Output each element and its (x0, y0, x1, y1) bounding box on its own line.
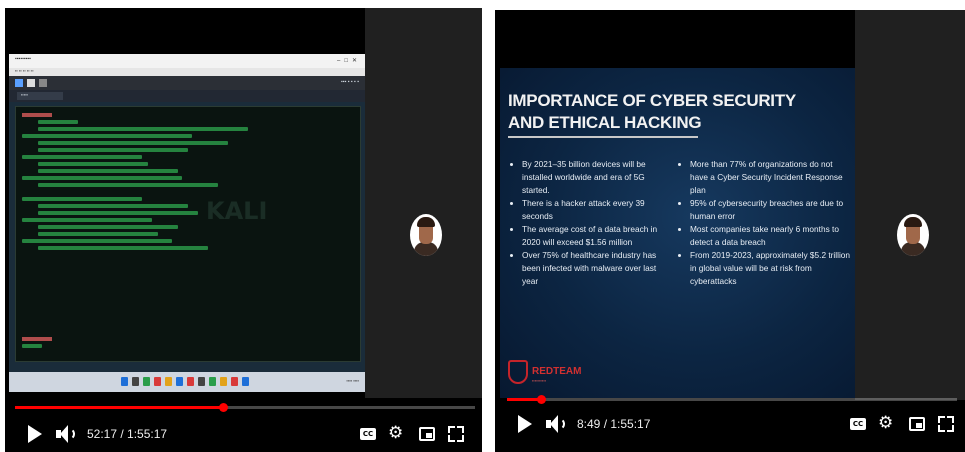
taskbar-app-icon[interactable] (187, 377, 194, 386)
slide-bullet: 95% of cybersecurity breaches are due to… (690, 197, 852, 223)
terminal-line (38, 169, 178, 173)
windows-taskbar: ▪▪▪▪ ▪▪▪▪ (9, 372, 365, 392)
play-icon[interactable] (518, 415, 532, 433)
terminal-line (38, 225, 178, 229)
taskbar-app-icon[interactable] (165, 377, 172, 386)
terminal-line (38, 232, 158, 236)
gear-icon[interactable]: ⚙ (388, 425, 403, 442)
vm-window-titlebar: ▪▪▪▪▪▪▪▪▪ –□✕ (9, 54, 365, 69)
vm-window-title: ▪▪▪▪▪▪▪▪▪ (15, 56, 31, 62)
webcam-avatar (897, 214, 929, 256)
slide-title-line-2: AND ETHICAL HACKING (508, 113, 702, 132)
fullscreen-icon[interactable] (448, 426, 464, 442)
taskbar-app-icon[interactable] (121, 377, 128, 386)
slide-bullet: Over 75% of healthcare industry has been… (522, 249, 662, 288)
webcam-column (365, 8, 482, 398)
redteam-logo: REDTEAM ▪▪▪▪▪▪▪▪▪▪ (508, 358, 598, 392)
miniplayer-icon[interactable] (909, 417, 925, 431)
slide-title: IMPORTANCE OF CYBER SECURITY AND ETHICAL… (508, 90, 848, 134)
logo-subtext: ▪▪▪▪▪▪▪▪▪▪ (532, 378, 547, 383)
desktop-panel: ▪▪▪ ▪ ▪ ▪ ▪ (9, 76, 365, 90)
slide-right-column: More than 77% of organizations do not ha… (680, 158, 852, 288)
play-icon[interactable] (28, 425, 42, 443)
taskbar-app-icon[interactable] (242, 377, 249, 386)
webcam-column (855, 10, 965, 400)
video-player-right[interactable]: IMPORTANCE OF CYBER SECURITY AND ETHICAL… (495, 10, 965, 452)
terminal-line (38, 120, 78, 124)
slide-left-column: By 2021–35 billion devices will be insta… (512, 158, 662, 288)
slide-bullet: More than 77% of organizations do not ha… (690, 158, 852, 197)
fullscreen-icon[interactable] (938, 416, 954, 432)
presentation-slide: IMPORTANCE OF CYBER SECURITY AND ETHICAL… (500, 68, 855, 398)
panel-app-icon (39, 79, 47, 87)
progress-bar[interactable] (507, 395, 957, 404)
terminal-line (38, 246, 208, 250)
video-player-left[interactable]: ▪▪▪▪▪▪▪▪▪ –□✕ ▪▪ ▪▪ ▪▪ ▪▪ ▪▪ ▪▪▪ ▪ ▪ ▪ ▪… (5, 8, 482, 452)
terminal-output: KALI (15, 106, 361, 362)
terminal-line (22, 155, 142, 159)
taskbar-app-icon[interactable] (154, 377, 161, 386)
taskbar-app-icon[interactable] (198, 377, 205, 386)
terminal-line (22, 239, 172, 243)
progress-played (507, 398, 542, 401)
taskbar-app-icon[interactable] (132, 377, 139, 386)
logo-text: REDTEAM (532, 366, 582, 377)
terminal-line (22, 197, 142, 201)
kali-watermark: KALI (206, 197, 268, 225)
slide-bullet: From 2019-2023, approximately $5.2 trill… (690, 249, 852, 288)
terminal-line (22, 176, 182, 180)
terminal-line (22, 344, 42, 348)
time-display: 52:17 / 1:55:17 (87, 427, 168, 441)
terminal-tab: ▪▪▪▪▪ (17, 92, 63, 100)
terminal-line (38, 211, 198, 215)
taskbar-clock: ▪▪▪▪ ▪▪▪▪ (346, 378, 359, 383)
taskbar-app-icon[interactable] (176, 377, 183, 386)
slide-bullet: The average cost of a data breach in 202… (522, 223, 662, 249)
time-display: 8:49 / 1:55:17 (577, 417, 651, 431)
terminal-line (38, 204, 188, 208)
window-controls: –□✕ (337, 58, 361, 64)
kali-menu-icon (15, 79, 23, 87)
player-controls: 8:49 / 1:55:17 CC ⚙ (495, 408, 965, 440)
volume-icon[interactable] (546, 414, 568, 434)
player-controls: 52:17 / 1:55:17 CC ⚙ (5, 418, 482, 450)
terminal-line (22, 113, 52, 117)
taskbar-app-icon[interactable] (143, 377, 150, 386)
miniplayer-icon[interactable] (419, 427, 435, 441)
slide-bullet: There is a hacker attack every 39 second… (522, 197, 662, 223)
volume-icon[interactable] (56, 424, 78, 444)
taskbar-app-icon[interactable] (220, 377, 227, 386)
terminal-line (38, 162, 148, 166)
slide-bullet: By 2021–35 billion devices will be insta… (522, 158, 662, 197)
terminal-line (38, 141, 228, 145)
title-underline (508, 136, 698, 138)
shield-icon (508, 360, 528, 384)
taskbar-app-icon[interactable] (231, 377, 238, 386)
taskbar-app-icon[interactable] (209, 377, 216, 386)
terminal-line (38, 183, 218, 187)
terminal-line (22, 337, 52, 341)
vm-menubar: ▪▪ ▪▪ ▪▪ ▪▪ ▪▪ (9, 68, 365, 76)
terminal-line (38, 127, 248, 131)
terminal-line (22, 134, 192, 138)
progress-played (15, 406, 223, 409)
terminal-line (22, 218, 152, 222)
kali-desktop-frame: ▪▪▪▪▪▪▪▪▪ –□✕ ▪▪ ▪▪ ▪▪ ▪▪ ▪▪ ▪▪▪ ▪ ▪ ▪ ▪… (9, 54, 365, 392)
slide-title-line-1: IMPORTANCE OF CYBER SECURITY (508, 91, 796, 110)
panel-app-icon (27, 79, 35, 87)
subtitles-icon[interactable]: CC (850, 418, 866, 430)
progress-scrubber[interactable] (537, 395, 547, 404)
progress-scrubber[interactable] (218, 403, 228, 412)
panel-status: ▪▪▪ ▪ ▪ ▪ ▪ (341, 79, 359, 85)
subtitles-icon[interactable]: CC (360, 428, 376, 440)
slide-bullet: Most companies take nearly 6 months to d… (690, 223, 852, 249)
progress-bar[interactable] (15, 403, 475, 412)
gear-icon[interactable]: ⚙ (878, 415, 893, 432)
webcam-avatar (410, 214, 442, 256)
terminal-line (38, 148, 188, 152)
terminal-tabbar: ▪▪▪▪▪ (9, 90, 365, 102)
